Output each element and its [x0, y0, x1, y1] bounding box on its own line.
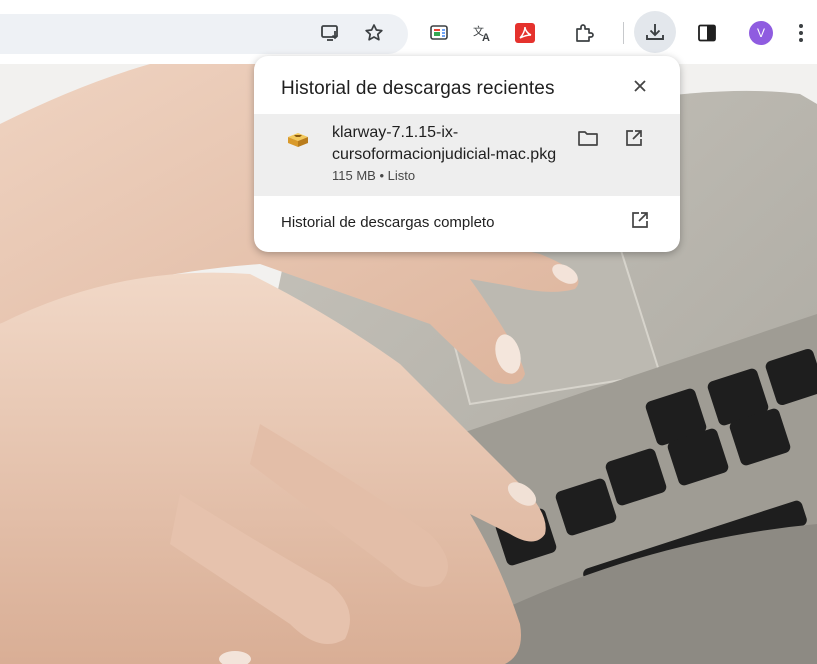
more-menu-icon[interactable] — [794, 21, 808, 45]
extensions-puzzle-icon[interactable] — [572, 21, 596, 45]
package-icon — [286, 126, 310, 150]
open-external-icon — [625, 129, 643, 152]
download-status: 115 MB • Listo — [332, 168, 416, 183]
close-button[interactable] — [628, 76, 652, 100]
download-filename-line1: klarway-7.1.15-ix- — [332, 124, 459, 141]
download-filename-line2: cursoformacionjudicial-mac.pkg — [332, 146, 557, 163]
address-bar[interactable] — [0, 14, 408, 54]
bubble-title: Historial de descargas recientes — [281, 78, 555, 99]
reading-mode-icon[interactable] — [428, 22, 450, 44]
side-panel-icon[interactable] — [695, 21, 719, 45]
cast-install-icon[interactable] — [320, 22, 342, 44]
download-filename: klarway-7.1.15-ix- cursoformacionjudicia… — [332, 122, 556, 166]
svg-text:A: A — [482, 32, 490, 42]
download-item[interactable]: klarway-7.1.15-ix- cursoformacionjudicia… — [254, 114, 680, 196]
close-icon — [633, 79, 647, 98]
show-in-folder-button[interactable] — [574, 126, 602, 154]
avatar[interactable]: V — [749, 21, 773, 45]
download-icon[interactable] — [644, 21, 666, 43]
open-external-icon — [631, 211, 649, 234]
bookmark-star-icon[interactable] — [362, 21, 386, 45]
browser-toolbar: 文A V — [0, 0, 817, 64]
downloads-bubble: Historial de descargas recientes klarway… — [254, 56, 680, 252]
open-file-button[interactable] — [620, 126, 648, 154]
toolbar-separator — [623, 22, 624, 44]
pdf-extension-icon[interactable] — [513, 21, 537, 45]
full-history-open-button[interactable] — [626, 208, 654, 236]
folder-icon — [578, 130, 598, 151]
translate-icon[interactable]: 文A — [472, 22, 494, 44]
full-history-link[interactable]: Historial de descargas completo — [281, 214, 494, 231]
